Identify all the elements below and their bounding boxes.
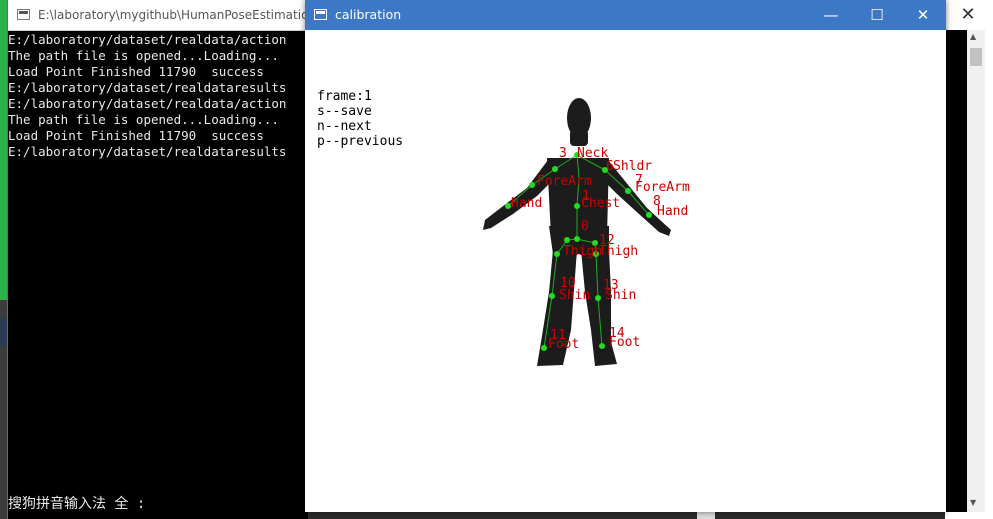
ime-status-text: 搜狗拼音输入法 全 : <box>8 496 146 512</box>
console-line: E:/laboratory/dataset/realdataresults <box>8 80 287 95</box>
scroll-down-icon[interactable]: ▼ <box>970 498 976 507</box>
joint-label: 3 <box>559 146 567 161</box>
joint-label: Thigh <box>563 244 602 259</box>
calibration-window[interactable]: calibration — ☐ ✕ frame:1 s--save n--nex… <box>305 0 946 512</box>
console-line: The path file is opened...Loading... <box>8 48 279 63</box>
pose-figure: 3 Neck 6 Shldr ForeArm Hand 7 ForeArm 8 … <box>483 98 690 366</box>
console-line: The path file is opened...Loading... <box>8 112 279 127</box>
joint-left-shin <box>549 293 555 299</box>
joint-left-hip <box>564 237 570 243</box>
scrollbar-thumb[interactable] <box>970 48 982 66</box>
background-window-fragment <box>697 512 715 519</box>
scroll-up-icon[interactable]: ▲ <box>970 32 976 41</box>
window-title: calibration <box>335 7 402 22</box>
joint-label: Hand <box>657 204 688 219</box>
vertical-scrollbar[interactable] <box>967 30 985 512</box>
joint-right-hand <box>646 212 652 218</box>
joint-right-foot <box>599 343 605 349</box>
joint-label: 0 <box>581 219 589 234</box>
console-line: E:/laboratory/dataset/realdata/action <box>8 32 287 47</box>
joint-label: ForeArm <box>635 180 690 195</box>
joint-right-forearm <box>625 188 631 194</box>
joint-label: Chest <box>581 196 620 211</box>
joint-label: Shin <box>605 288 636 303</box>
calibration-titlebar[interactable]: calibration — ☐ ✕ <box>305 0 946 30</box>
joint-right-shin <box>595 295 601 301</box>
calibration-canvas[interactable]: frame:1 s--save n--next p--previous 3 Ne… <box>305 30 946 512</box>
joint-left-shoulder <box>552 166 558 172</box>
window-app-icon <box>314 9 327 20</box>
joint-chest <box>574 203 580 209</box>
joint-label: Thigh <box>599 244 638 259</box>
joint-pelvis <box>574 236 580 242</box>
joint-label: Foot <box>609 335 640 350</box>
console-line: E:/laboratory/dataset/realdataresults <box>8 144 287 159</box>
console-title: E:\laboratory\mygithub\HumanPoseEstimati… <box>38 8 335 22</box>
console-window[interactable]: E:\laboratory\mygithub\HumanPoseEstimati… <box>7 0 335 519</box>
console-titlebar[interactable]: E:\laboratory\mygithub\HumanPoseEstimati… <box>8 0 335 31</box>
joint-left-forearm <box>529 182 535 188</box>
joint-label: Shin <box>559 288 590 303</box>
maximize-icon[interactable]: ☐ <box>854 0 900 30</box>
joint-label: Shldr <box>613 159 652 174</box>
console-app-icon <box>17 9 30 20</box>
joint-label: ForeArm <box>537 174 592 189</box>
console-line: Load Point Finished 11790 success <box>8 128 264 143</box>
joint-left-thigh <box>554 251 560 257</box>
joint-label: Foot <box>548 337 579 352</box>
background-window-right[interactable]: ✕ ▲ ▼ <box>945 0 993 519</box>
close-icon[interactable]: ✕ <box>900 0 946 30</box>
background-window-edge <box>0 0 7 300</box>
console-line: E:/laboratory/dataset/realdata/action <box>8 96 287 111</box>
joint-label: Neck <box>577 146 608 161</box>
joint-label: Hand <box>511 196 542 211</box>
close-icon[interactable]: ✕ <box>953 4 983 26</box>
background-console-area <box>945 30 967 512</box>
console-line: Load Point Finished 11790 success <box>8 64 264 79</box>
joint-left-foot <box>541 345 547 351</box>
minimize-icon[interactable]: — <box>808 0 854 30</box>
